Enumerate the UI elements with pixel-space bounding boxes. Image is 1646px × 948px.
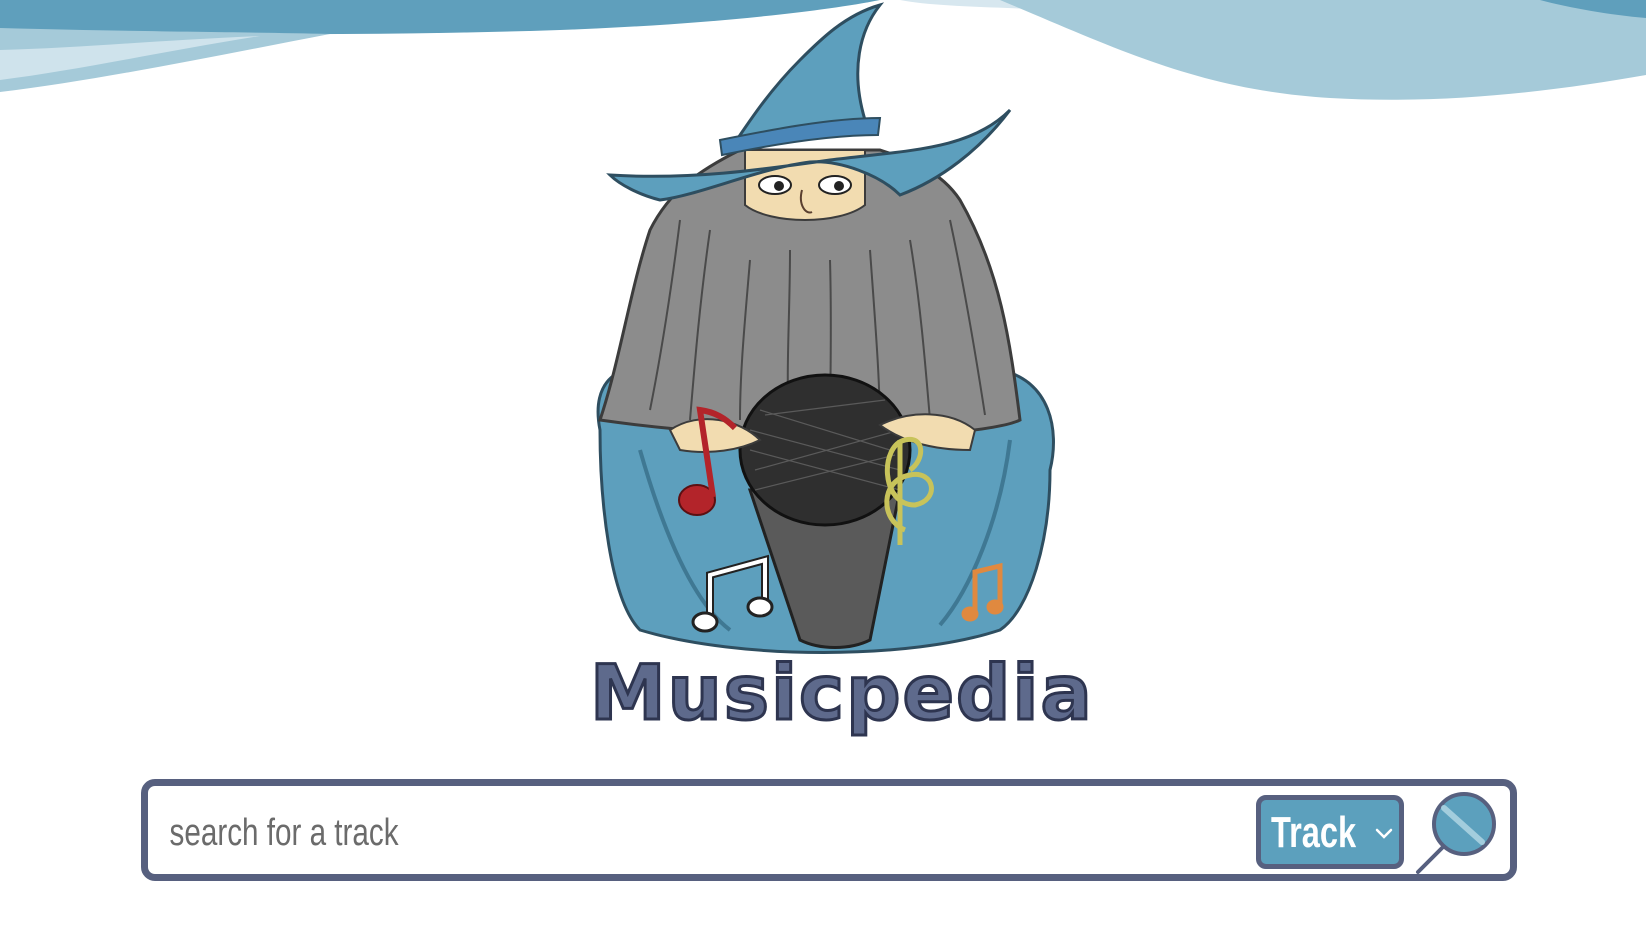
magnifier-icon[interactable]: [1410, 790, 1500, 880]
musicpedia-home: Musicpedia Track: [0, 0, 1646, 948]
search-type-label: Track: [1271, 808, 1357, 857]
chevron-down-icon: [1375, 828, 1393, 839]
site-logo-text: Musicpedia: [589, 647, 1094, 739]
search-bar: Track: [141, 779, 1517, 881]
search-input[interactable]: [168, 804, 952, 862]
wizard-mascot-illustration: [596, 2, 1055, 654]
search-type-dropdown[interactable]: Track: [1256, 795, 1404, 869]
